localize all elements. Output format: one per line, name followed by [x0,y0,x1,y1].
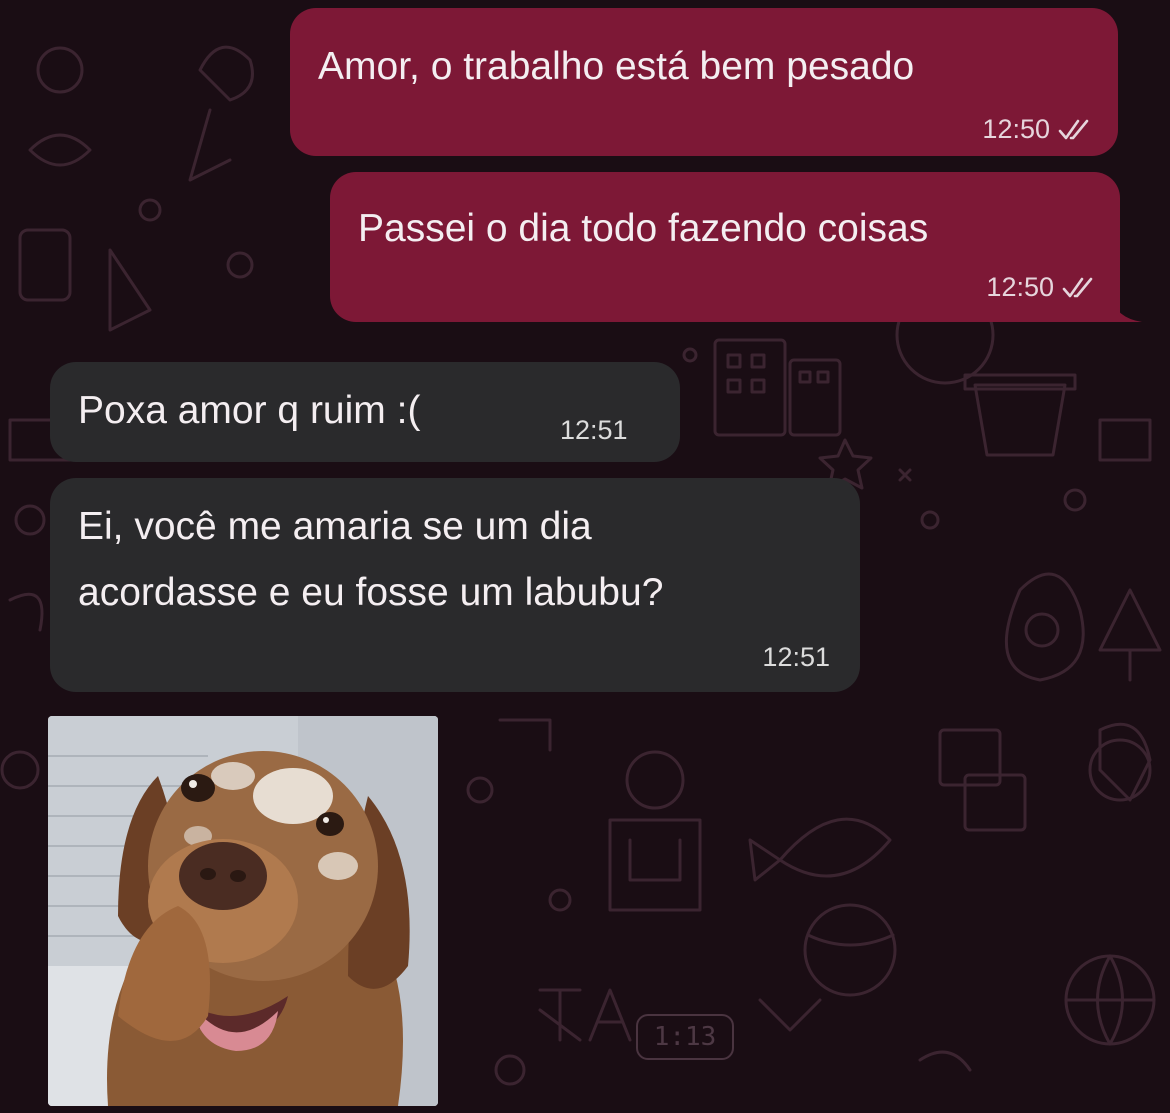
dachshund-photo[interactable] [48,716,438,1106]
message-text: Passei o dia todo fazendo coisas [358,207,929,250]
message-text-line: Ei, você me amaria se um dia [78,505,592,548]
message-meta: 12:50 [982,114,1092,145]
incoming-message-bubble[interactable]: Poxa amor q ruim :( 12:51 [50,362,680,462]
double-check-icon [1062,277,1093,297]
message-meta: 12:50 [986,272,1096,303]
message-text-line: acordasse e eu fosse um labubu? [78,571,664,614]
message-text: Poxa amor q ruim :( [78,389,421,432]
wallpaper-duration-label: 1:13 [636,1014,734,1060]
message-time: 12:51 [762,642,830,672]
dog-image [48,716,438,1106]
outgoing-message-bubble[interactable]: Passei o dia todo fazendo coisas 12:50 [330,172,1120,322]
bubble-tail [1110,296,1142,322]
outgoing-message-bubble[interactable]: Amor, o trabalho está bem pesado 12:50 [290,8,1118,156]
message-time: 12:50 [982,114,1050,144]
message-text: Amor, o trabalho está bem pesado [318,45,915,88]
message-time: 12:50 [986,272,1054,302]
incoming-message-bubble[interactable]: Ei, você me amaria se um dia acordasse e… [50,478,860,692]
message-time: 12:51 [560,415,628,445]
double-check-icon [1058,119,1089,139]
